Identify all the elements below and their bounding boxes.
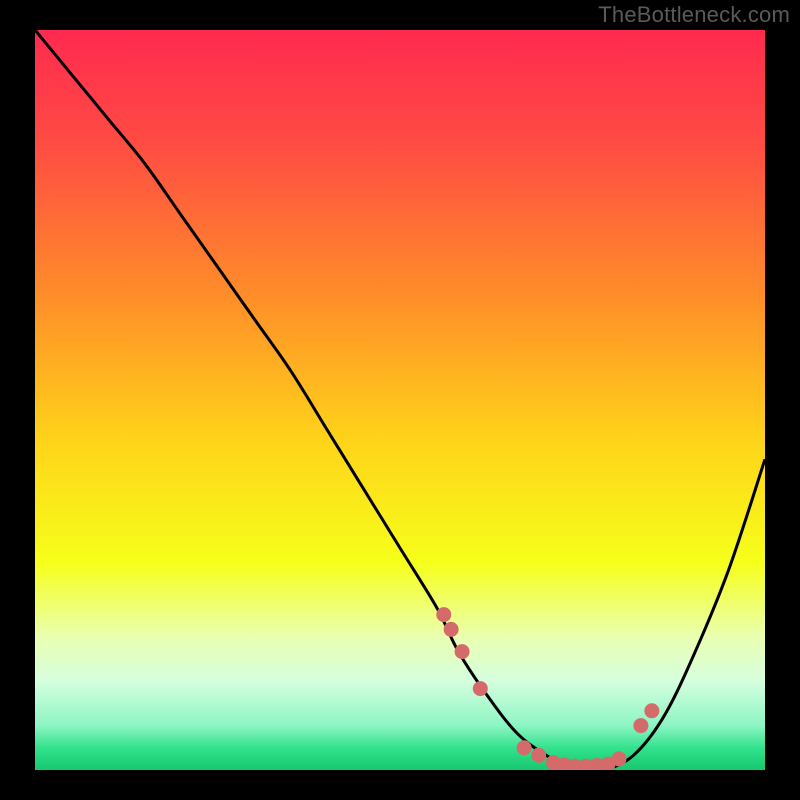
highlight-dot <box>644 703 659 718</box>
highlight-dot <box>517 740 532 755</box>
watermark-text: TheBottleneck.com <box>598 2 790 28</box>
highlight-dot <box>633 718 648 733</box>
highlight-dot <box>531 748 546 763</box>
gradient-background <box>35 30 765 770</box>
highlight-dot <box>612 751 627 766</box>
chart-frame: TheBottleneck.com <box>0 0 800 800</box>
highlight-dot <box>455 644 470 659</box>
plot-area <box>35 30 765 770</box>
highlight-dot <box>473 681 488 696</box>
highlight-dot <box>444 622 459 637</box>
bottleneck-chart <box>35 30 765 770</box>
highlight-dot <box>436 607 451 622</box>
